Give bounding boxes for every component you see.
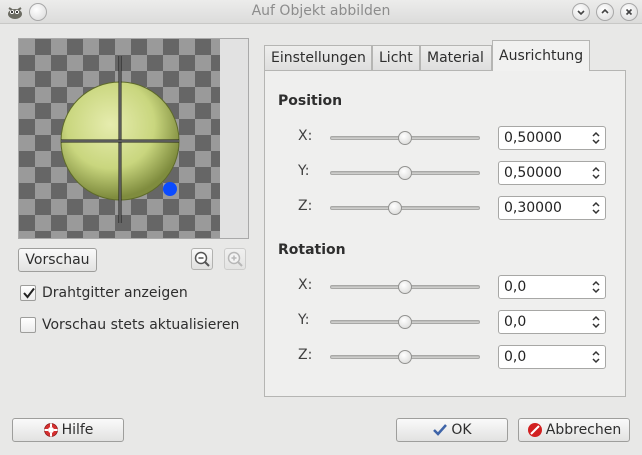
spin-arrows-icon[interactable] <box>591 314 601 330</box>
tab-label: Ausrichtung <box>499 48 584 64</box>
preview-area[interactable] <box>18 38 249 239</box>
checkmark-icon <box>23 287 35 299</box>
position-z-label: Z: <box>298 198 313 214</box>
tab-licht[interactable]: Licht <box>372 45 420 70</box>
chevron-down-icon <box>577 10 585 16</box>
rotation-y-label: Y: <box>298 312 310 328</box>
position-x-spinbox[interactable]: 0,50000 <box>498 126 606 150</box>
spin-arrows-icon[interactable] <box>591 165 601 181</box>
rotation-z-value[interactable]: 0,0 <box>504 349 526 365</box>
spin-arrows-icon[interactable] <box>591 279 601 295</box>
help-lifebuoy-icon <box>43 423 58 437</box>
position-z-slider[interactable] <box>330 206 480 210</box>
window-title: Auf Objekt abbilden <box>251 3 391 19</box>
spin-arrows-icon[interactable] <box>591 200 601 216</box>
rotation-y-spinbox[interactable]: 0,0 <box>498 310 606 334</box>
cancel-icon <box>527 423 542 437</box>
auto-update-option[interactable]: Vorschau stets aktualisieren <box>20 317 239 333</box>
ok-button[interactable]: OK <box>396 418 508 442</box>
position-y-slider-handle[interactable] <box>398 166 412 180</box>
position-y-label: Y: <box>298 163 310 179</box>
minimize-button[interactable] <box>572 3 590 21</box>
orientation-panel: Position X: 0,50000 Y: 0,50000 Z: 0,3000… <box>264 70 626 397</box>
rotation-x-value[interactable]: 0,0 <box>504 279 526 295</box>
auto-update-label: Vorschau stets aktualisieren <box>42 317 240 333</box>
zoom-in-button[interactable] <box>224 248 246 270</box>
position-z-value[interactable]: 0,30000 <box>504 200 562 216</box>
rotation-title: Rotation <box>278 242 346 258</box>
cancel-button[interactable]: Abbrechen <box>518 418 630 442</box>
rotation-x-label: X: <box>298 277 313 293</box>
preview-button-label: Vorschau <box>25 252 90 268</box>
close-icon <box>625 8 633 16</box>
zoom-in-icon <box>227 251 243 267</box>
help-button-label: Hilfe <box>61 422 94 438</box>
preview-button[interactable]: Vorschau <box>18 248 97 272</box>
close-button[interactable] <box>620 3 638 21</box>
rotation-z-slider-handle[interactable] <box>398 350 412 364</box>
rotation-x-spinbox[interactable]: 0,0 <box>498 275 606 299</box>
position-title: Position <box>278 93 343 109</box>
position-x-value[interactable]: 0,50000 <box>504 130 562 146</box>
tab-ausrichtung[interactable]: Ausrichtung <box>492 40 590 71</box>
rotation-y-value[interactable]: 0,0 <box>504 314 526 330</box>
tab-label: Licht <box>379 50 413 66</box>
position-x-slider-handle[interactable] <box>398 131 412 145</box>
auto-update-checkbox[interactable] <box>20 317 36 333</box>
sphere-preview <box>60 56 180 223</box>
rotation-x-slider-handle[interactable] <box>398 280 412 294</box>
tab-label: Einstellungen <box>271 50 366 66</box>
light-position-marker <box>163 182 177 196</box>
rotation-z-label: Z: <box>298 347 313 363</box>
help-button[interactable]: Hilfe <box>12 418 124 442</box>
tab-label: Material <box>427 50 484 66</box>
spin-arrows-icon[interactable] <box>591 130 601 146</box>
spin-arrows-icon[interactable] <box>591 349 601 365</box>
wireframe-option[interactable]: Drahtgitter anzeigen <box>20 285 188 301</box>
tab-material[interactable]: Material <box>420 45 492 70</box>
wireframe-label: Drahtgitter anzeigen <box>42 285 188 301</box>
position-z-spinbox[interactable]: 0,30000 <box>498 196 606 220</box>
title-bar[interactable]: Auf Objekt abbilden <box>0 0 642 24</box>
zoom-out-icon <box>194 251 210 267</box>
position-y-spinbox[interactable]: 0,50000 <box>498 161 606 185</box>
maximize-button[interactable] <box>596 3 614 21</box>
cancel-button-label: Abbrechen <box>545 422 622 438</box>
position-y-value[interactable]: 0,50000 <box>504 165 562 181</box>
rotation-z-spinbox[interactable]: 0,0 <box>498 345 606 369</box>
wireframe-checkbox[interactable] <box>20 285 36 301</box>
zoom-out-button[interactable] <box>191 248 213 270</box>
position-z-slider-handle[interactable] <box>387 201 402 215</box>
rotation-y-slider-handle[interactable] <box>398 315 412 329</box>
checkmark-icon <box>433 424 448 436</box>
tab-einstellungen[interactable]: Einstellungen <box>264 45 372 70</box>
position-x-label: X: <box>298 128 313 144</box>
ok-button-label: OK <box>451 422 472 438</box>
chevron-up-icon <box>601 8 609 14</box>
